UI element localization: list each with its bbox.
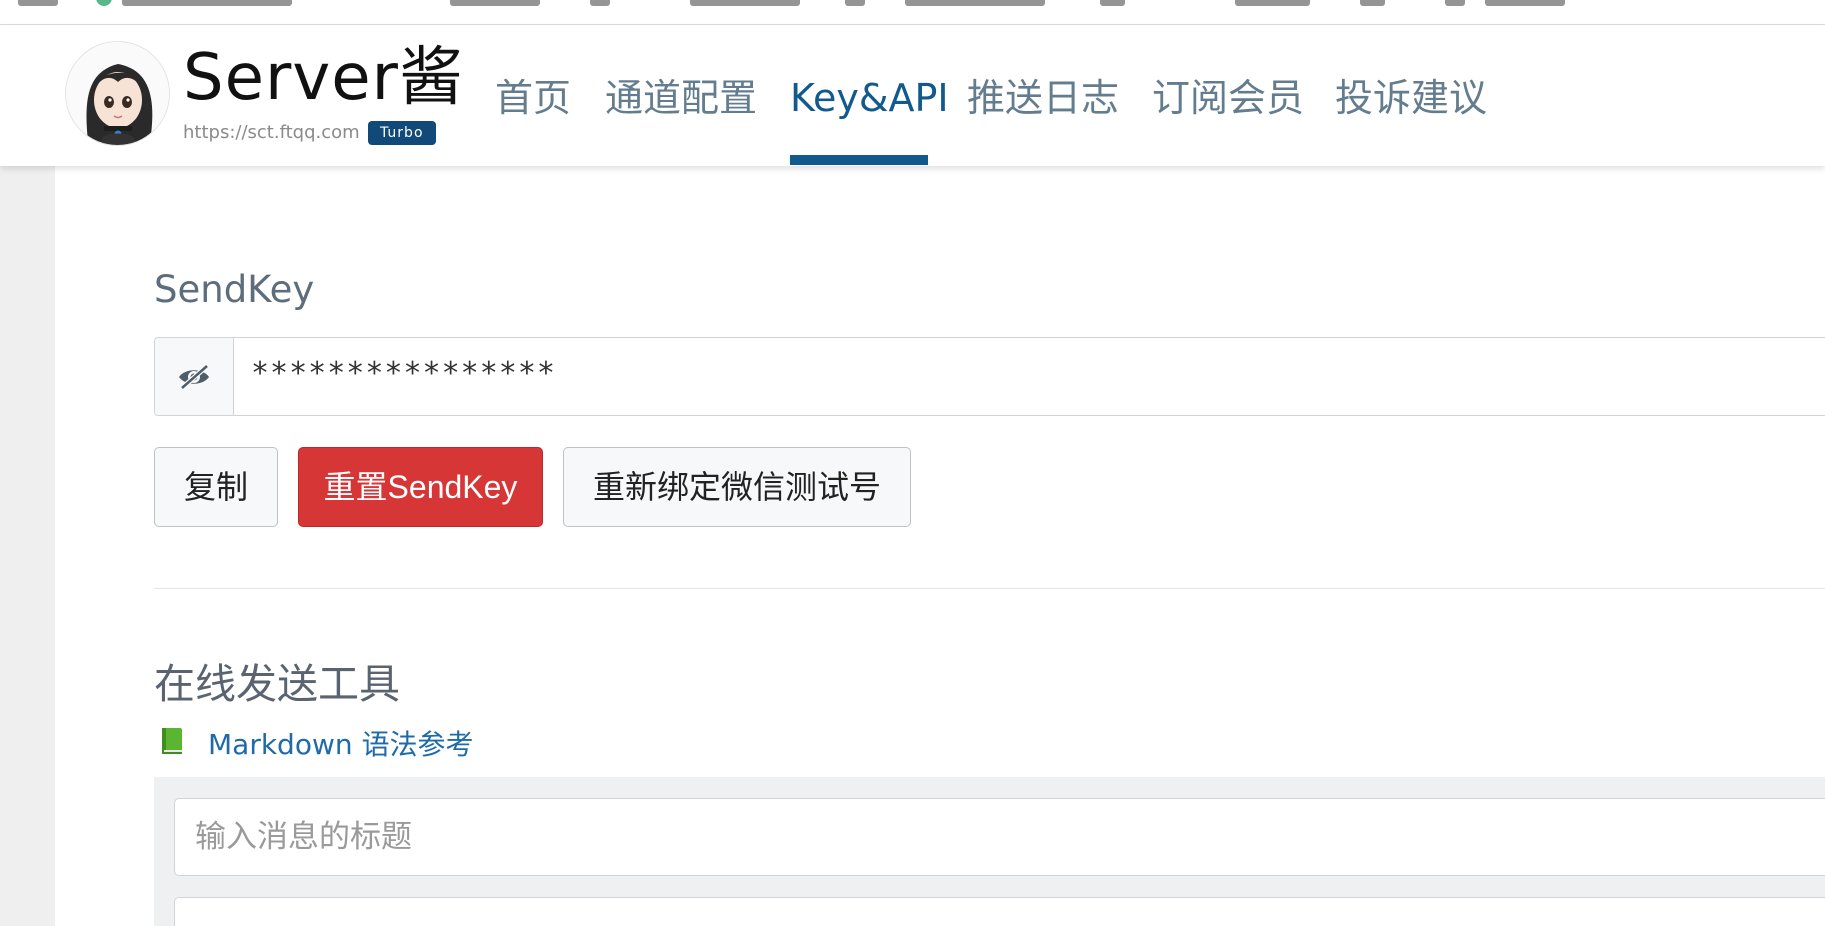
nav-home[interactable]: 首页 [495, 73, 571, 123]
reset-sendkey-button[interactable]: 重置SendKey [298, 447, 543, 527]
nav-subscription[interactable]: 订阅会员 [1152, 73, 1304, 123]
toggle-visibility-button[interactable] [155, 338, 234, 415]
sendkey-field[interactable] [251, 356, 1751, 391]
nav-push-log[interactable]: 推送日志 [967, 73, 1119, 123]
eye-slash-icon [179, 363, 209, 390]
logo-avatar[interactable] [65, 41, 170, 146]
markdown-reference-link[interactable]: Markdown 语法参考 [208, 723, 474, 763]
active-tab-indicator [790, 155, 928, 165]
turbo-badge: Turbo [368, 121, 436, 145]
send-form [154, 777, 1825, 926]
brand-title[interactable]: Server酱 [183, 39, 464, 117]
rebind-wechat-button[interactable]: 重新绑定微信测试号 [563, 447, 911, 527]
sendkey-label: SendKey [154, 268, 315, 311]
message-body-input[interactable] [174, 897, 1825, 926]
section-divider [154, 588, 1825, 589]
online-send-tool-title: 在线发送工具 [154, 660, 400, 708]
message-title-input[interactable] [174, 798, 1825, 876]
copy-button[interactable]: 复制 [154, 447, 278, 527]
browser-bookmark-bar [0, 0, 1825, 25]
nav-channel-config[interactable]: 通道配置 [605, 73, 757, 123]
site-header: Server酱 https://sct.ftqq.com Turbo 首页 通道… [0, 25, 1825, 166]
brand-url: https://sct.ftqq.com [183, 122, 360, 143]
green-book-icon [162, 728, 182, 754]
anime-girl-logo-icon [66, 42, 169, 145]
sendkey-input-group [154, 337, 1825, 416]
nav-feedback[interactable]: 投诉建议 [1335, 73, 1487, 123]
nav-key-api[interactable]: Key&API [790, 73, 949, 123]
